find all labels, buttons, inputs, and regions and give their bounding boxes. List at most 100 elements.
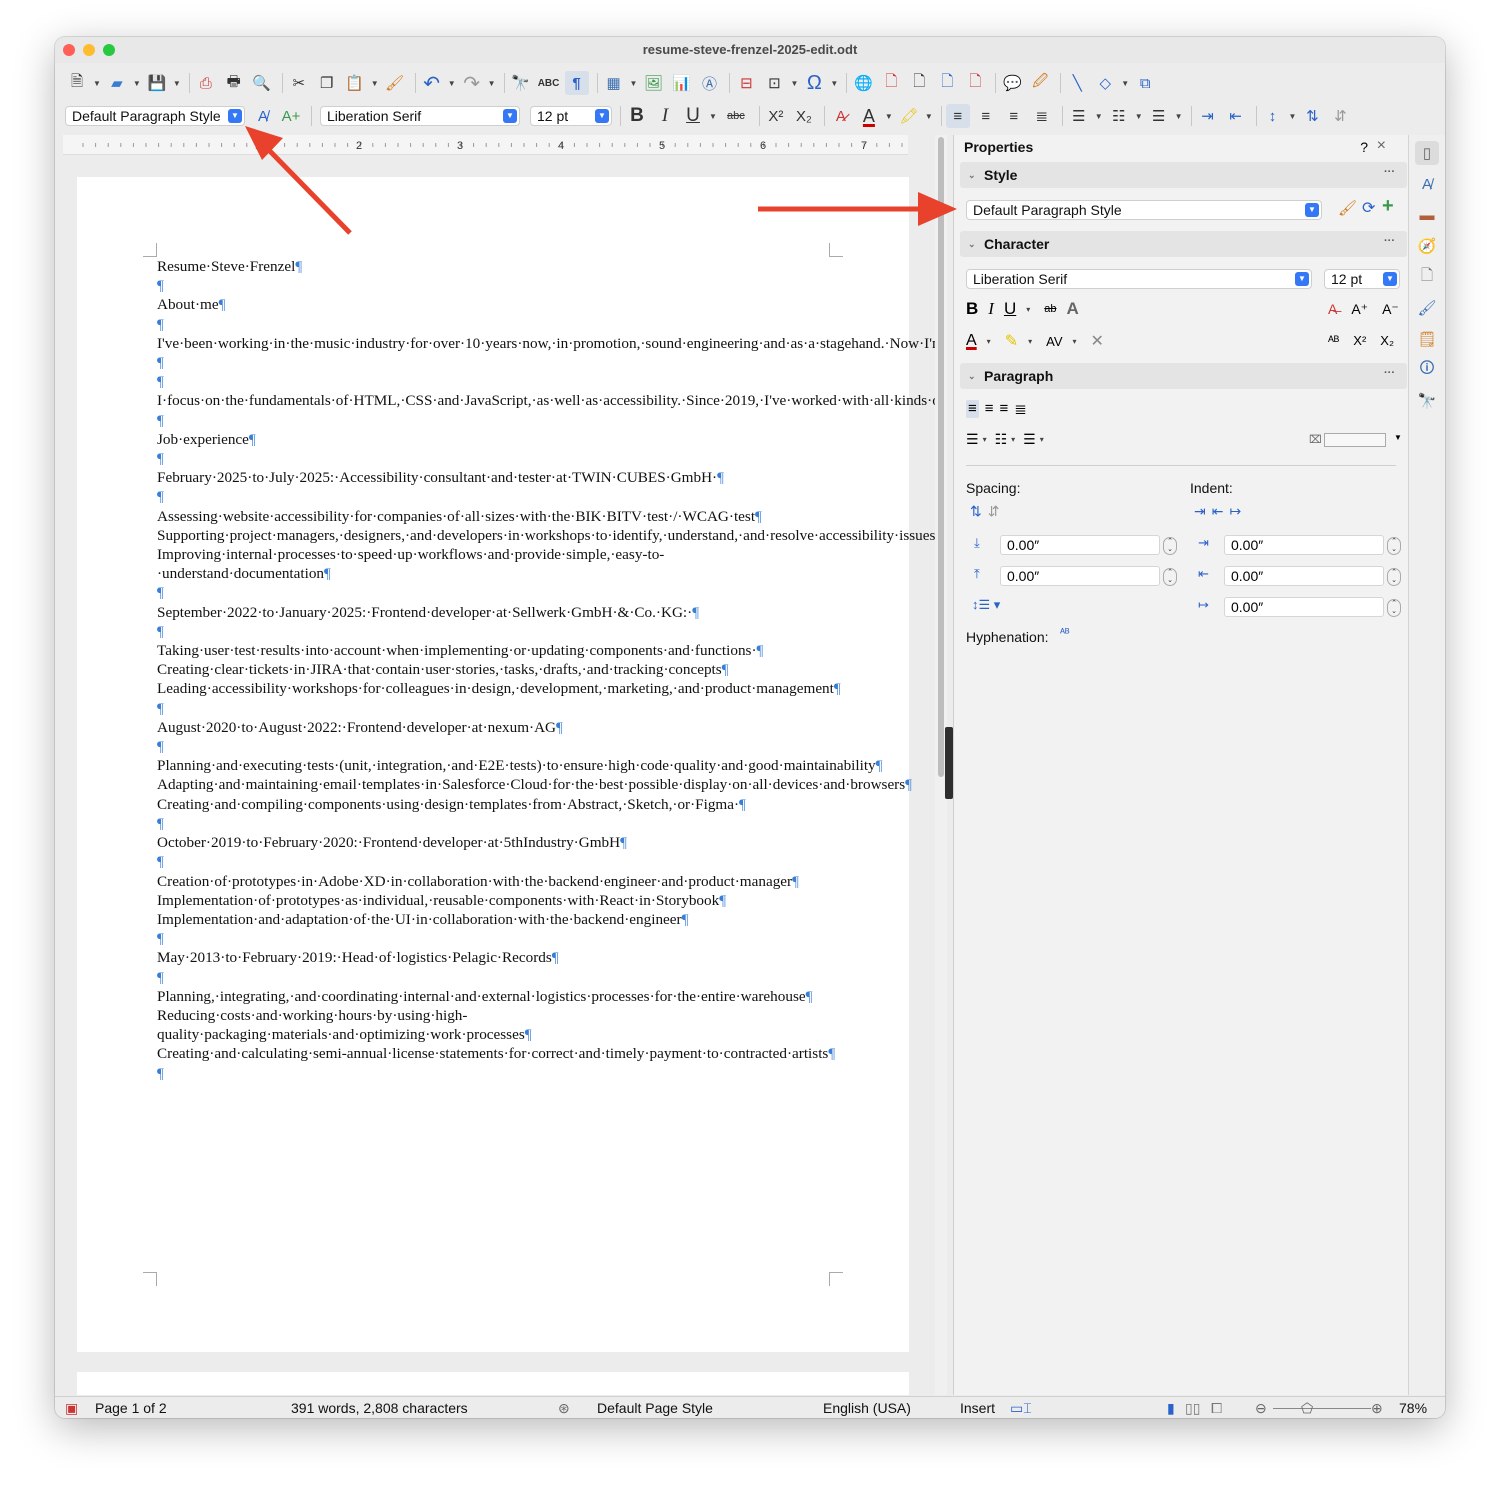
document-paragraph[interactable]: February·2025·to·July·2025:·Accessibilit… <box>157 468 837 487</box>
chevron-down-icon[interactable]: ▼ <box>1295 272 1309 286</box>
document-page[interactable]: Resume·Steve·Frenzel¶ ¶ About·me¶ ¶ I've·bee… <box>77 177 935 1352</box>
single-page-view-icon[interactable]: ▮ <box>1167 1397 1175 1418</box>
document-paragraph[interactable]: ¶ <box>157 699 837 718</box>
update-style-icon[interactable]: A̸ <box>251 104 275 128</box>
numbered-list-icon[interactable]: ☷ <box>1107 104 1131 128</box>
paragraph-background-color[interactable] <box>1324 433 1386 447</box>
minimize-window-button[interactable] <box>83 44 95 56</box>
page-break-icon[interactable]: ⊟ <box>734 71 758 95</box>
design-tab-icon[interactable]: 🛈 <box>1415 358 1439 382</box>
document-paragraph[interactable]: ¶ <box>157 968 837 987</box>
font-color-icon[interactable]: A <box>966 332 977 350</box>
page-style[interactable]: Default Page Style <box>597 1397 713 1418</box>
document-paragraph[interactable]: ¶ <box>157 929 837 948</box>
document-paragraph[interactable]: ¶ <box>157 583 837 602</box>
highlight-icon[interactable]: 🖍 <box>897 104 921 128</box>
document-paragraph[interactable]: Implementation·and·adaptation·of·the·UI·… <box>157 910 837 929</box>
chevron-down-icon[interactable]: ▼ <box>1305 203 1319 217</box>
properties-tab-icon[interactable]: ▯ <box>1415 141 1439 165</box>
line-icon[interactable]: ╲ <box>1065 71 1089 95</box>
copy-icon[interactable]: ❐ <box>315 71 339 95</box>
multi-page-view-icon[interactable]: ▯▯ <box>1185 1397 1200 1418</box>
hyperlink-icon[interactable]: 🌐 <box>851 71 875 95</box>
document-paragraph[interactable]: Planning,·integrating,·and·coordinating·… <box>157 987 837 1006</box>
styles-tab-icon[interactable]: A̸ <box>1415 172 1439 196</box>
document-paragraph[interactable]: ¶ <box>157 487 837 506</box>
first-line-indent-field[interactable]: 0.00″ ⌃ ⌄ <box>1224 597 1401 617</box>
endnote-icon[interactable]: 🗋 <box>907 71 931 95</box>
close-window-button[interactable] <box>63 44 75 56</box>
document-paragraph[interactable]: ¶ <box>157 372 837 391</box>
update-style-icon[interactable]: 🖌 <box>1338 199 1357 217</box>
bold-icon[interactable]: B <box>966 299 978 319</box>
navigator-tab-icon[interactable]: 🧭 <box>1415 234 1439 258</box>
cross-reference-icon[interactable]: 🗋 <box>963 71 987 95</box>
underline-icon[interactable]: U <box>681 104 705 128</box>
track-changes-icon[interactable]: 🖉 <box>1028 71 1052 95</box>
line-spacing-icon[interactable]: ↕☰ ▾ <box>972 597 1000 613</box>
style-section-header[interactable]: ⌄ Style ··· <box>960 162 1407 188</box>
document-paragraph[interactable]: Leading·accessibility·workshops·for·coll… <box>157 679 841 698</box>
italic-icon[interactable]: I <box>988 299 994 319</box>
document-paragraph[interactable]: May·2013·to·February·2019:·Head·of·logis… <box>157 948 837 967</box>
document-paragraph[interactable]: Improving·internal·processes·to·speed·up… <box>157 545 837 583</box>
document-paragraph[interactable]: Creation·of·prototypes·in·Adobe·XD·in·co… <box>157 872 837 891</box>
decrease-paragraph-spacing-icon[interactable]: ⇵ <box>1328 104 1352 128</box>
above-paragraph-spacing-field[interactable]: 0.00″ ⌃ ⌄ <box>1000 535 1177 555</box>
insert-chart-icon[interactable]: 📊 <box>669 71 693 95</box>
manage-changes-tab-icon[interactable]: 🗒 <box>1415 327 1439 351</box>
redo-icon[interactable]: ↷ <box>460 71 484 95</box>
document-paragraph[interactable]: ¶ <box>157 737 837 756</box>
open-folder-icon[interactable]: ▰ <box>105 71 129 95</box>
find-tab-icon[interactable]: 🔭 <box>1415 389 1439 413</box>
document-paragraph[interactable]: Planning·and·executing·tests·(unit,·inte… <box>157 756 883 775</box>
outline-list-icon[interactable]: ☰ <box>1023 431 1036 448</box>
new-style-plus-icon[interactable]: + <box>1382 195 1394 218</box>
insert-field-icon[interactable]: ⊡ <box>762 71 786 95</box>
character-section-header[interactable]: ⌄ Character ··· <box>960 231 1407 257</box>
refresh-icon[interactable]: ⟳ <box>1362 198 1375 218</box>
accessibility-check-icon[interactable]: ⊛ <box>558 1397 570 1418</box>
align-right-icon[interactable]: ≡ <box>1000 400 1009 418</box>
chevron-down-icon[interactable]: ▼ <box>1394 433 1402 442</box>
clear-formatting-icon[interactable]: A̷ <box>829 104 853 128</box>
new-document-icon[interactable]: 🗎 <box>65 71 89 95</box>
document-paragraph[interactable]: Taking·user·test·results·into·account·wh… <box>157 641 837 660</box>
paragraph-background-icon[interactable]: ⌧ <box>1309 433 1322 446</box>
chevron-down-icon[interactable]: ▼ <box>595 109 609 123</box>
after-text-indent-field[interactable]: 0.00″ ⌃ ⌄ <box>1224 566 1401 586</box>
justify-icon[interactable]: ≣ <box>1030 104 1054 128</box>
paste-icon[interactable]: 📋 <box>343 71 367 95</box>
align-left-icon[interactable]: ≡ <box>945 104 970 128</box>
document-paragraph[interactable]: ¶ <box>157 1064 837 1083</box>
save-status-icon[interactable]: ▣ <box>65 1397 78 1418</box>
spin-arrows-icon[interactable]: ⌃ ⌄ <box>1387 599 1401 617</box>
zoom-in-icon[interactable]: ⊕ <box>1371 1397 1383 1418</box>
spelling-icon[interactable]: ABC <box>537 71 561 95</box>
document-paragraph[interactable]: Implementation·of·prototypes·as·individu… <box>157 891 837 910</box>
bullet-list-icon[interactable]: ☰ <box>966 431 979 448</box>
chevron-down-icon[interactable]: ▼ <box>228 109 242 123</box>
document-area[interactable]: Resume·Steve·Frenzel¶ ¶ About·me¶ ¶ I've·bee… <box>55 157 935 1395</box>
insert-textbox-icon[interactable]: Ⓐ <box>697 71 721 95</box>
zoom-level[interactable]: 78% <box>1399 1397 1427 1418</box>
italic-icon[interactable]: I <box>653 104 677 128</box>
zoom-out-icon[interactable]: ⊖ <box>1255 1397 1267 1418</box>
sidebar-font-size-combobox[interactable]: 12 pt ▼ <box>1324 269 1400 289</box>
sidebar-font-name-combobox[interactable]: Liberation Serif ▼ <box>966 269 1312 289</box>
document-paragraph[interactable]: About·me¶ <box>157 295 837 314</box>
scrollbar-thumb[interactable] <box>938 137 944 777</box>
zoom-slider[interactable] <box>1273 1408 1371 1409</box>
increase-paragraph-spacing-icon[interactable]: ⇅ <box>1300 104 1324 128</box>
insert-mode[interactable]: Insert <box>960 1397 995 1418</box>
document-page-2[interactable] <box>77 1372 909 1395</box>
chevron-down-icon[interactable]: ▼ <box>1383 272 1397 286</box>
special-character-icon[interactable]: Ω <box>802 71 826 95</box>
outline-list-icon[interactable]: ☰ <box>1147 104 1171 128</box>
chevron-down-icon[interactable]: ▼ <box>503 109 517 123</box>
document-paragraph[interactable]: ¶ <box>157 449 837 468</box>
sidebar-paragraph-style-combobox[interactable]: Default Paragraph Style ▼ <box>966 200 1322 220</box>
before-text-indent-field[interactable]: 0.00″ ⌃ ⌄ <box>1224 535 1401 555</box>
basic-shapes-icon[interactable]: ◇ <box>1093 71 1117 95</box>
below-paragraph-spacing-field[interactable]: 0.00″ ⌃ ⌄ <box>1000 566 1177 586</box>
